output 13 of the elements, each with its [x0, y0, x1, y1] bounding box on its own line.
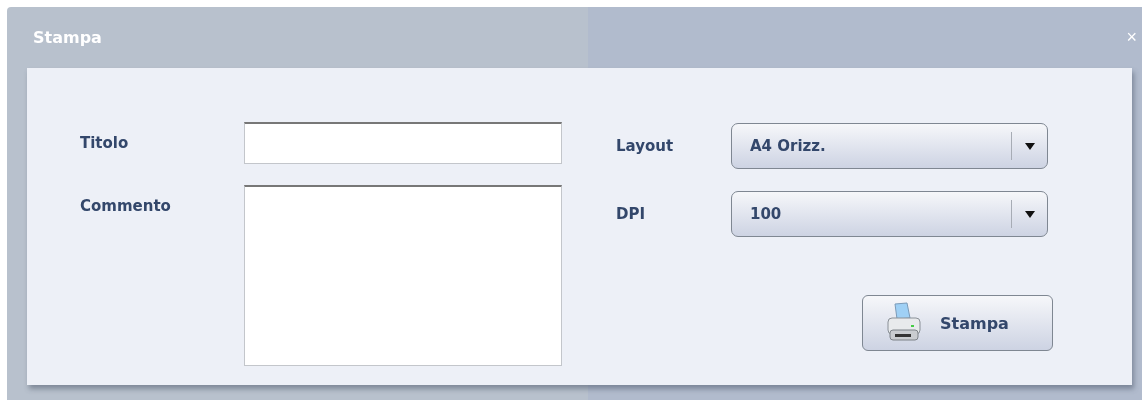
caret-icon	[1025, 142, 1035, 150]
dropdown[interactable]: 100	[731, 191, 1048, 237]
field-label: Titolo	[80, 134, 130, 152]
printer-icon	[885, 302, 923, 344]
title-field[interactable]	[244, 122, 562, 164]
dropdown[interactable]: A4 Orizz.	[731, 123, 1048, 169]
field-label: Commento	[80, 196, 172, 215]
print-button[interactable]: Stampa	[862, 295, 1053, 351]
caret-icon	[1025, 210, 1035, 218]
field-label: DPI	[616, 205, 647, 223]
window-title: Stampa	[33, 28, 102, 47]
field-label: Layout	[616, 137, 675, 155]
comment-field[interactable]	[244, 185, 562, 366]
